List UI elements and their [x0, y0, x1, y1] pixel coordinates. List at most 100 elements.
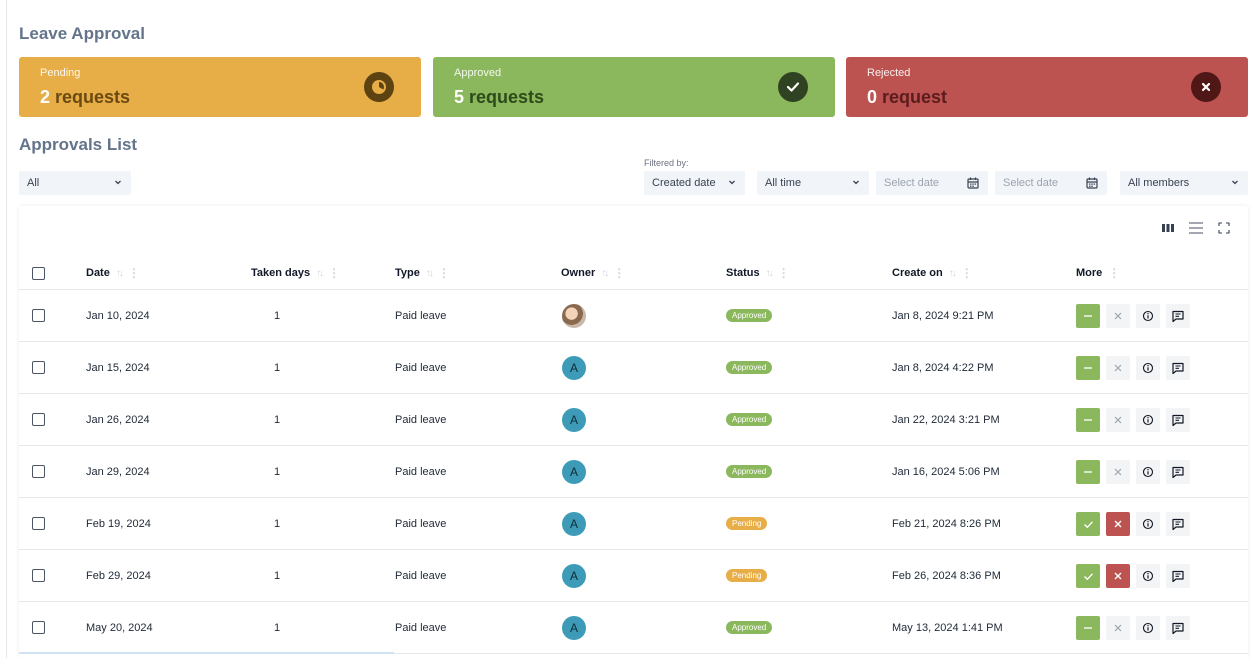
reject-button[interactable]	[1106, 512, 1130, 536]
column-header-created-on[interactable]: Create on ↑↓ ⋮	[892, 266, 973, 280]
column-header-status[interactable]: Status ↑↓ ⋮	[726, 266, 790, 280]
info-icon[interactable]	[1136, 460, 1160, 484]
table-row: Jan 10, 2024 1 Paid leave Approved Jan 8…	[19, 290, 1248, 342]
date-cell: Jan 10, 2024	[86, 310, 150, 322]
start-date-picker[interactable]: Select date	[876, 171, 988, 195]
comment-icon[interactable]	[1166, 356, 1190, 380]
column-header-taken-days[interactable]: Taken days ↑↓ ⋮	[251, 266, 340, 280]
taken-days-cell: 1	[274, 310, 281, 322]
column-menu-icon[interactable]: ⋮	[438, 266, 450, 280]
status-badge: Approved	[726, 465, 773, 478]
date-field-value: Created date	[652, 177, 716, 189]
info-icon[interactable]	[1136, 304, 1160, 328]
select-all-checkbox[interactable]	[32, 267, 45, 280]
created-on-cell: Jan 8, 2024 9:21 PM	[892, 310, 994, 322]
column-menu-icon[interactable]: ⋮	[1108, 266, 1120, 280]
created-on-cell: Jan 22, 2024 3:21 PM	[892, 414, 1000, 426]
reject-button[interactable]	[1106, 616, 1130, 640]
column-header-date[interactable]: Date ↑↓ ⋮	[86, 266, 140, 280]
column-menu-icon[interactable]: ⋮	[128, 266, 140, 280]
column-header-type[interactable]: Type ↑↓ ⋮	[395, 266, 450, 280]
approve-button[interactable]	[1076, 408, 1100, 432]
owner-avatar[interactable]: A	[562, 408, 586, 432]
owner-avatar[interactable]: A	[562, 512, 586, 536]
owner-avatar[interactable]: A	[562, 564, 586, 588]
scrollbar-indicator[interactable]	[19, 652, 394, 654]
reject-button[interactable]	[1106, 564, 1130, 588]
status-badge: Approved	[726, 621, 773, 634]
approve-button[interactable]	[1076, 616, 1100, 640]
info-icon[interactable]	[1136, 408, 1160, 432]
row-checkbox[interactable]	[32, 517, 45, 530]
density-icon[interactable]	[1188, 220, 1204, 236]
sort-icon[interactable]: ↑↓	[766, 268, 774, 279]
created-on-cell: May 13, 2024 1:41 PM	[892, 622, 1003, 634]
approve-button[interactable]	[1076, 460, 1100, 484]
info-icon[interactable]	[1136, 616, 1160, 640]
columns-icon[interactable]	[1160, 220, 1176, 236]
column-menu-icon[interactable]: ⋮	[328, 266, 340, 280]
reject-button[interactable]	[1106, 304, 1130, 328]
comment-icon[interactable]	[1166, 512, 1190, 536]
type-cell: Paid leave	[395, 466, 447, 478]
date-cell: Jan 15, 2024	[86, 362, 150, 374]
date-field-select[interactable]: Created date	[644, 171, 745, 195]
taken-days-cell: 1	[274, 466, 281, 478]
close-icon	[1191, 72, 1221, 102]
date-cell: Feb 29, 2024	[86, 570, 151, 582]
end-date-picker[interactable]: Select date	[995, 171, 1107, 195]
column-menu-icon[interactable]: ⋮	[778, 266, 790, 280]
comment-icon[interactable]	[1166, 460, 1190, 484]
column-menu-icon[interactable]: ⋮	[613, 266, 625, 280]
fullscreen-icon[interactable]	[1216, 220, 1232, 236]
column-header-more: More ⋮	[1076, 266, 1120, 280]
owner-avatar[interactable]: A	[562, 460, 586, 484]
sort-icon[interactable]: ↑↓	[426, 268, 434, 279]
row-checkbox[interactable]	[32, 569, 45, 582]
row-checkbox[interactable]	[32, 465, 45, 478]
comment-icon[interactable]	[1166, 304, 1190, 328]
owner-avatar[interactable]	[562, 304, 586, 328]
rejected-unit: request	[882, 87, 948, 107]
comment-icon[interactable]	[1166, 564, 1190, 588]
pending-value: 2 requests	[40, 87, 130, 108]
chevron-down-icon	[853, 180, 859, 185]
reject-button[interactable]	[1106, 408, 1130, 432]
created-on-cell: Feb 21, 2024 8:26 PM	[892, 518, 1001, 530]
comment-icon[interactable]	[1166, 408, 1190, 432]
approve-button[interactable]	[1076, 304, 1100, 328]
pending-count: 2	[40, 87, 51, 107]
owner-avatar[interactable]: A	[562, 616, 586, 640]
sort-icon[interactable]: ↑↓	[601, 268, 609, 279]
info-icon[interactable]	[1136, 512, 1160, 536]
clock-icon	[364, 72, 394, 102]
pending-label: Pending	[40, 67, 81, 79]
column-label: Taken days	[251, 267, 311, 279]
info-icon[interactable]	[1136, 564, 1160, 588]
rejected-count: 0	[867, 87, 878, 107]
approve-button[interactable]	[1076, 356, 1100, 380]
row-checkbox[interactable]	[32, 309, 45, 322]
row-checkbox[interactable]	[32, 621, 45, 634]
comment-icon[interactable]	[1166, 616, 1190, 640]
date-cell: Feb 19, 2024	[86, 518, 151, 530]
approve-button[interactable]	[1076, 564, 1100, 588]
period-value: All time	[765, 177, 802, 189]
created-on-cell: Feb 26, 2024 8:36 PM	[892, 570, 1001, 582]
owner-avatar[interactable]: A	[562, 356, 586, 380]
column-menu-icon[interactable]: ⋮	[961, 266, 973, 280]
period-select[interactable]: All time	[757, 171, 869, 195]
members-select[interactable]: All members	[1120, 171, 1248, 195]
reject-button[interactable]	[1106, 356, 1130, 380]
reject-button[interactable]	[1106, 460, 1130, 484]
sort-icon[interactable]: ↑↓	[949, 268, 957, 279]
row-checkbox[interactable]	[32, 361, 45, 374]
approve-button[interactable]	[1076, 512, 1100, 536]
sort-icon[interactable]: ↑↓	[116, 268, 124, 279]
type-filter-select[interactable]: All	[19, 171, 131, 195]
calendar-icon	[1086, 177, 1098, 189]
info-icon[interactable]	[1136, 356, 1160, 380]
row-checkbox[interactable]	[32, 413, 45, 426]
column-header-owner[interactable]: Owner ↑↓ ⋮	[561, 266, 625, 280]
sort-icon[interactable]: ↑↓	[316, 268, 324, 279]
